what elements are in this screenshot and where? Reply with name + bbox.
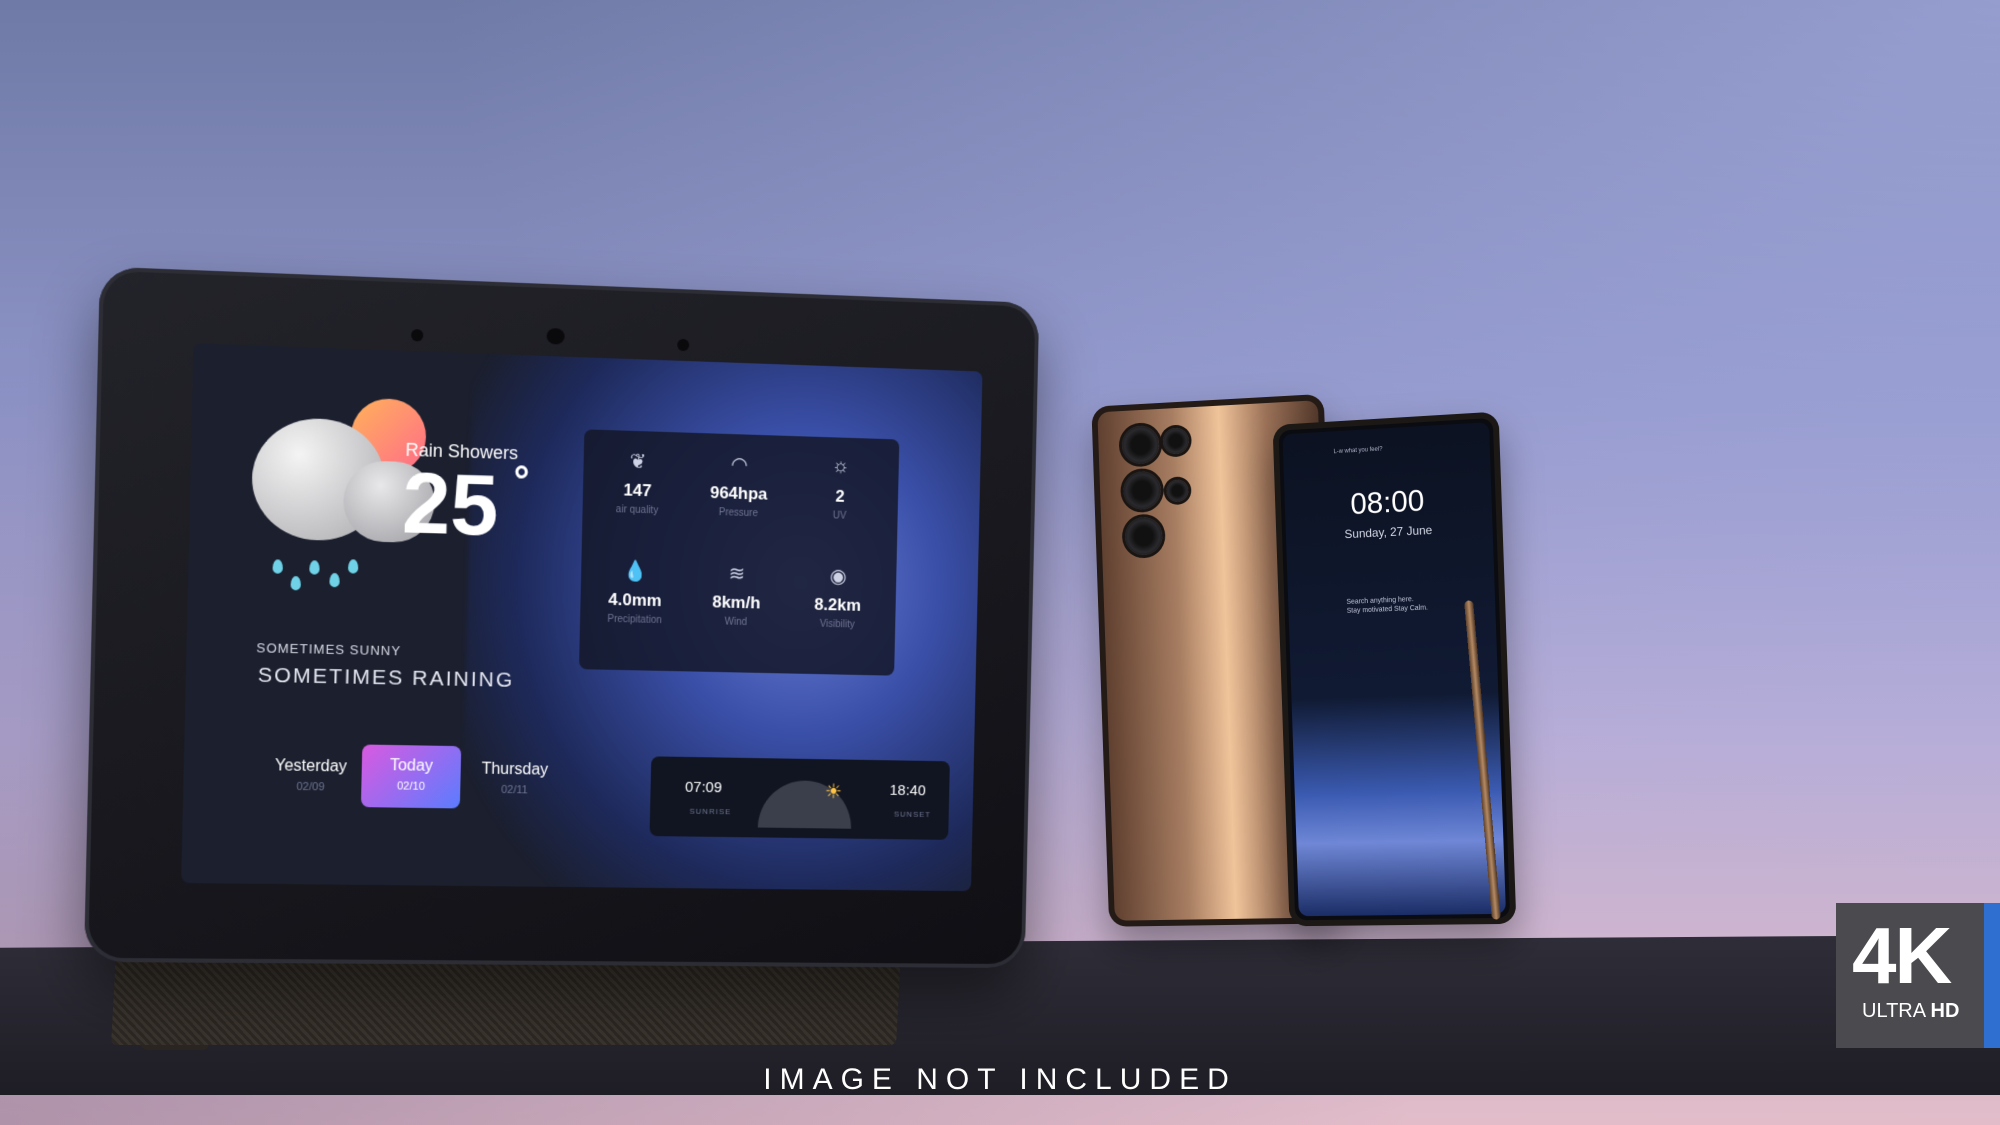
droplet-icon: 💧 <box>623 560 649 583</box>
stats-panel: ❦ 147 air quality ◠ 964hpa Pressure ☼ 2 … <box>578 429 900 676</box>
eye-icon: ◉ <box>829 565 847 588</box>
raindrop-icon <box>347 559 359 574</box>
day-tab-yesterday[interactable]: Yesterday 02/09 <box>259 757 362 794</box>
camera-lens-icon <box>1166 479 1189 503</box>
badge-stripe <box>1984 903 2000 1048</box>
degree-symbol: ° <box>512 459 530 504</box>
weather-screen: Rain Showers 25 ° SOMETIMES SUNNY SOMETI… <box>181 343 983 892</box>
badge-4k-text: 4K <box>1852 911 1952 1000</box>
raindrop-icon <box>329 572 340 588</box>
day-tab-thursday[interactable]: Thursday 02/11 <box>464 760 565 797</box>
wind-icon: ≋ <box>728 563 746 586</box>
camera-lens-icon <box>1121 424 1160 465</box>
phone-front: L-w what you feel? 08:00 Sunday, 27 June… <box>1272 411 1517 927</box>
gauge-icon: ◠ <box>730 453 749 477</box>
stat-air-quality: ❦ 147 air quality <box>587 447 687 517</box>
sunset-time: 18:40 <box>889 781 926 800</box>
stat-precipitation: 💧 4.0mm Precipitation <box>585 557 685 626</box>
camera-dot <box>677 338 690 352</box>
raindrop-icon <box>309 560 320 575</box>
stat-wind: ≋ 8km/h Wind <box>687 560 786 629</box>
sun-position-icon: ☀ <box>824 780 843 803</box>
sunset-label: SUNSET <box>893 809 932 819</box>
camera-lens-icon <box>1162 427 1189 455</box>
camera-lens-icon <box>1122 470 1162 511</box>
sun-times-panel: 07:09 SUNRISE ☀ 18:40 SUNSET <box>649 756 950 840</box>
leaf-icon: ❦ <box>629 450 647 474</box>
stat-uv: ☼ 2 UV <box>791 454 889 523</box>
sun-icon: ☼ <box>831 455 850 478</box>
lock-top-text: L-w what you feel? <box>1333 446 1383 456</box>
forecast-title: SOMETIMES RAINING <box>257 663 515 692</box>
stat-visibility: ◉ 8.2km Visibility <box>789 563 887 632</box>
day-tab-today[interactable]: Today 02/10 <box>360 744 462 809</box>
smart-display: Rain Showers 25 ° SOMETIMES SUNNY SOMETI… <box>83 266 1040 969</box>
camera-lens <box>546 327 565 345</box>
camera-lens-icon <box>1124 516 1163 556</box>
raindrop-icon <box>290 575 302 591</box>
lock-hint: Search anything here. Stay motivated Sta… <box>1346 596 1429 615</box>
lock-time: 08:00 <box>1349 484 1425 522</box>
temperature: 25 <box>401 454 500 555</box>
stat-pressure: ◠ 964hpa Pressure <box>689 451 788 520</box>
badge-ultra-hd-text: ULTRA HD <box>1862 1000 1960 1022</box>
caption: IMAGE NOT INCLUDED <box>763 1063 1237 1096</box>
camera-dot <box>410 329 424 342</box>
forecast-subtitle: SOMETIMES SUNNY <box>256 640 402 659</box>
raindrop-icon <box>272 559 284 574</box>
